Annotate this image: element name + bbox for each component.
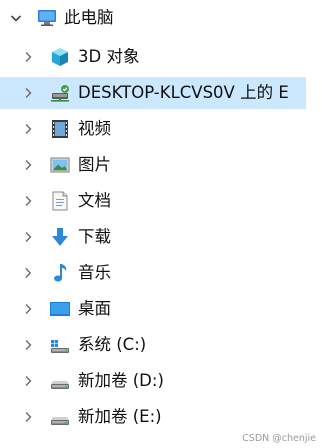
chevron-right-icon[interactable] xyxy=(22,339,34,351)
chevron-right-icon[interactable] xyxy=(22,159,34,171)
chevron-right-icon[interactable] xyxy=(22,267,34,279)
tree-item-drive-e[interactable]: 新加卷 (E:) xyxy=(0,401,306,433)
tree-item-downloads[interactable]: 下载 xyxy=(0,221,306,253)
chevron-down-icon[interactable] xyxy=(10,12,22,24)
chevron-right-icon[interactable] xyxy=(22,123,34,135)
local-drive-icon xyxy=(49,406,71,428)
tree-item-label: 系统 (C:) xyxy=(78,335,147,354)
tree-item-drive-c[interactable]: 系统 (C:) xyxy=(0,329,306,361)
music-icon xyxy=(49,262,71,284)
tree-item-network-drive-e[interactable]: DESKTOP-KLCVS0V 上的 E xyxy=(0,77,306,109)
tree-item-label: 3D 对象 xyxy=(78,47,140,66)
tree-item-label: 视频 xyxy=(78,119,111,138)
tree-root-this-pc[interactable]: 此电脑 xyxy=(0,2,306,34)
watermark-text: CSDN @chenjie xyxy=(242,433,316,444)
tree-item-music[interactable]: 音乐 xyxy=(0,257,306,289)
tree-item-pictures[interactable]: 图片 xyxy=(0,149,306,181)
desktop-icon xyxy=(49,298,71,320)
tree-item-desktop[interactable]: 桌面 xyxy=(0,293,306,325)
network-drive-icon xyxy=(49,82,71,104)
tree-item-label: DESKTOP-KLCVS0V 上的 E xyxy=(78,83,289,102)
chevron-right-icon[interactable] xyxy=(22,195,34,207)
documents-icon xyxy=(49,190,71,212)
chevron-right-icon[interactable] xyxy=(22,303,34,315)
tree-root-label: 此电脑 xyxy=(64,8,114,27)
3d-objects-icon xyxy=(49,46,71,68)
downloads-icon xyxy=(49,226,71,248)
chevron-right-icon[interactable] xyxy=(22,87,34,99)
tree-item-documents[interactable]: 文档 xyxy=(0,185,306,217)
tree-item-label: 文档 xyxy=(78,191,111,210)
videos-icon xyxy=(49,118,71,140)
chevron-right-icon[interactable] xyxy=(22,375,34,387)
tree-item-label: 音乐 xyxy=(78,263,111,282)
tree-item-label: 图片 xyxy=(78,155,111,174)
tree-item-drive-d[interactable]: 新加卷 (D:) xyxy=(0,365,306,397)
tree-item-videos[interactable]: 视频 xyxy=(0,113,306,145)
tree-item-label: 下载 xyxy=(78,227,111,246)
chevron-right-icon[interactable] xyxy=(22,231,34,243)
navigation-tree: 此电脑 3D 对象 DESKTOP-KLCVS0V 上的 E 视频 图片 文档 … xyxy=(0,0,322,448)
this-pc-icon xyxy=(36,7,58,29)
tree-item-label: 新加卷 (D:) xyxy=(78,371,164,390)
chevron-right-icon[interactable] xyxy=(22,51,34,63)
tree-item-label: 新加卷 (E:) xyxy=(78,407,162,426)
tree-item-label: 桌面 xyxy=(78,299,111,318)
tree-item-3d-objects[interactable]: 3D 对象 xyxy=(0,41,306,73)
chevron-right-icon[interactable] xyxy=(22,411,34,423)
pictures-icon xyxy=(49,154,71,176)
local-drive-icon xyxy=(49,370,71,392)
system-drive-icon xyxy=(49,334,71,356)
